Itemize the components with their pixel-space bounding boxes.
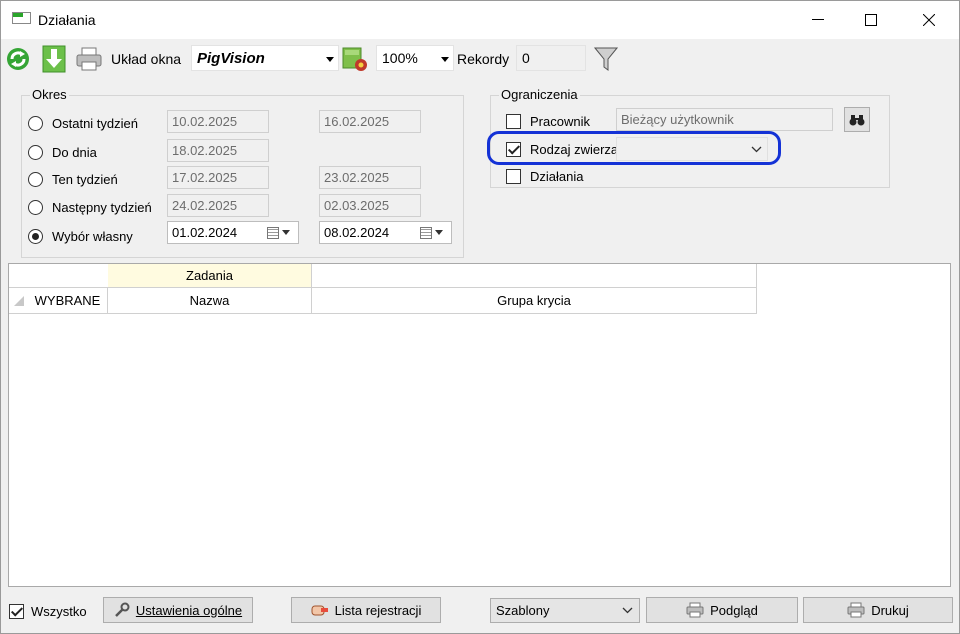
minimize-button[interactable] (795, 1, 841, 39)
calendar-icon (267, 226, 279, 239)
refresh-icon[interactable] (4, 45, 32, 73)
chevron-down-icon (622, 607, 633, 614)
download-icon[interactable] (40, 45, 68, 73)
to-date-field: 18.02.2025 (167, 139, 269, 162)
app-icon (12, 12, 31, 24)
printer-icon (847, 602, 865, 618)
templates-value: Szablony (496, 603, 550, 618)
radio-indicator[interactable] (28, 199, 43, 215)
employee-checkbox[interactable] (506, 113, 521, 129)
records-field: 0 (516, 45, 586, 71)
calendar-icon (420, 226, 432, 239)
column-header-selected[interactable]: WYBRANE (28, 288, 108, 314)
binoculars-icon (849, 114, 865, 125)
layout-label: Układ okna (111, 51, 182, 67)
radio-indicator[interactable] (28, 115, 43, 131)
general-settings-button[interactable]: Ustawienia ogólne (103, 597, 253, 623)
employee-field: Bieżący użytkownik (616, 108, 833, 131)
templates-select[interactable]: Szablony (490, 598, 640, 623)
employee-checkbox-row[interactable]: Pracownik (506, 111, 590, 131)
actions-label: Działania (530, 168, 584, 184)
wrench-icon (114, 602, 130, 618)
focus-highlight-outline (487, 131, 781, 165)
chevron-down-icon (282, 230, 290, 235)
print-label: Drukuj (871, 602, 909, 618)
band-header-empty (312, 264, 757, 288)
tasks-grid[interactable]: Zadania WYBRANE Nazwa Grupa krycia (8, 263, 951, 587)
next-week-to-field: 02.03.2025 (319, 194, 421, 217)
custom-from-value: 01.02.2024 (172, 225, 238, 240)
close-button[interactable] (906, 1, 952, 39)
records-label: Rekordy (457, 51, 510, 67)
calendar-dropdown-button[interactable] (267, 225, 295, 240)
custom-to-date-input[interactable]: 08.02.2024 (319, 221, 452, 244)
chevron-down-icon (326, 57, 334, 62)
this-week-to-field: 23.02.2025 (319, 166, 421, 189)
last-week-to-field: 16.02.2025 (319, 110, 421, 133)
custom-from-date-input[interactable]: 01.02.2024 (167, 221, 299, 244)
window-title: Działania (38, 12, 96, 28)
last-week-from-field: 10.02.2025 (167, 110, 269, 133)
all-label: Wszystko (31, 603, 87, 619)
radio-label: Następny tydzień (52, 199, 152, 215)
layout-select[interactable]: PigVision (191, 45, 339, 71)
period-group-title: Okres (30, 87, 69, 102)
radio-custom-range[interactable]: Wybór własny (28, 226, 133, 246)
print-preview-icon (686, 602, 704, 618)
registration-list-label: Lista rejestracji (334, 602, 422, 618)
preview-button[interactable]: Podgląd (646, 597, 798, 623)
preview-label: Podgląd (710, 602, 758, 618)
toolbar: Układ okna PigVision 100% Rekordy 0 (1, 39, 959, 79)
print-button[interactable]: Drukuj (803, 597, 953, 623)
employee-lookup-button[interactable] (844, 107, 870, 132)
grid-corner (9, 264, 108, 288)
radio-label: Do dnia (52, 144, 97, 160)
chevron-down-icon (435, 230, 443, 235)
row-indicator (9, 288, 28, 314)
radio-this-week[interactable]: Ten tydzień (28, 169, 118, 189)
this-week-from-field: 17.02.2025 (167, 166, 269, 189)
band-header-tasks: Zadania (108, 264, 312, 288)
chevron-down-icon (441, 57, 449, 62)
calendar-dropdown-button[interactable] (420, 225, 448, 240)
actions-checkbox[interactable] (506, 168, 521, 184)
employee-label: Pracownik (530, 113, 590, 129)
layout-settings-icon[interactable] (341, 45, 369, 73)
all-checkbox-row[interactable]: Wszystko (9, 601, 87, 621)
records-value: 0 (522, 50, 530, 66)
radio-next-week[interactable]: Następny tydzień (28, 197, 152, 217)
radio-indicator[interactable] (28, 171, 43, 187)
filter-icon[interactable] (592, 45, 620, 73)
registration-list-button[interactable]: Lista rejestracji (291, 597, 441, 623)
all-checkbox[interactable] (9, 603, 24, 619)
radio-indicator[interactable] (28, 228, 43, 244)
constraints-group-title: Ograniczenia (499, 87, 580, 102)
radio-last-week[interactable]: Ostatni tydzień (28, 113, 138, 133)
general-settings-label: Ustawienia ogólne (135, 602, 243, 618)
column-header-mating-group[interactable]: Grupa krycia (312, 288, 757, 314)
radio-label: Ostatni tydzień (52, 115, 138, 131)
radio-to-date[interactable]: Do dnia (28, 142, 97, 162)
custom-to-value: 08.02.2024 (324, 225, 390, 240)
title-bar: Działania (1, 1, 959, 39)
actions-checkbox-row[interactable]: Działania (506, 166, 583, 186)
radio-indicator[interactable] (28, 144, 43, 160)
print-icon[interactable] (75, 45, 103, 73)
column-header-name[interactable]: Nazwa (108, 288, 312, 314)
zoom-value: 100% (382, 50, 418, 66)
list-hand-icon (311, 603, 329, 617)
radio-label: Wybór własny (52, 228, 133, 244)
row-indicator-icon (13, 295, 24, 306)
maximize-button[interactable] (848, 1, 894, 39)
next-week-from-field: 24.02.2025 (167, 194, 269, 217)
radio-label: Ten tydzień (52, 171, 118, 187)
zoom-select[interactable]: 100% (376, 45, 454, 71)
actions-window: Działania Układ okna PigVision 100% Reko… (0, 0, 960, 634)
layout-value: PigVision (197, 50, 265, 67)
